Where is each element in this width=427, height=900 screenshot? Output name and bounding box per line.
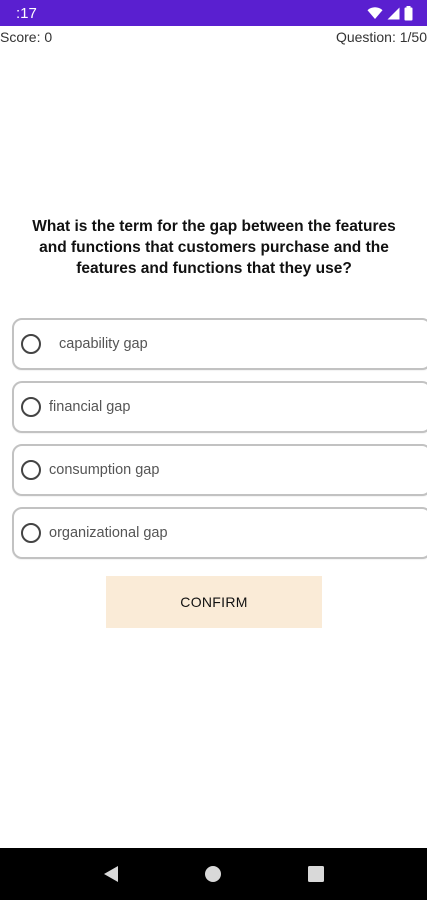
option-financial-gap[interactable]: financial gap: [12, 381, 427, 433]
option-organizational-gap[interactable]: organizational gap: [12, 507, 427, 559]
radio-button-icon[interactable]: [21, 523, 41, 543]
option-label: organizational gap: [49, 525, 168, 541]
home-icon[interactable]: [198, 859, 228, 889]
option-consumption-gap[interactable]: consumption gap: [12, 444, 427, 496]
option-label: financial gap: [49, 399, 131, 415]
status-icons: [367, 5, 413, 21]
navigation-bar: [0, 848, 427, 900]
quiz-header: Score: 0 Question: 1/50: [0, 29, 427, 45]
option-capability-gap[interactable]: capability gap: [12, 318, 427, 370]
status-time: :17: [16, 4, 37, 22]
recents-icon[interactable]: [301, 859, 331, 889]
wifi-icon: [367, 6, 383, 19]
status-bar: :17: [0, 0, 427, 26]
question-counter: Question: 1/50: [335, 29, 427, 45]
radio-button-icon[interactable]: [21, 460, 41, 480]
radio-button-icon[interactable]: [21, 397, 41, 417]
battery-icon: [404, 5, 413, 20]
question-text: What is the term for the gap between the…: [32, 218, 396, 277]
option-label: capability gap: [59, 336, 148, 352]
radio-button-icon[interactable]: [21, 334, 41, 354]
back-icon[interactable]: [96, 859, 126, 889]
score-label: Score: 0: [0, 29, 53, 45]
signal-icon: [387, 7, 400, 19]
option-label: consumption gap: [49, 462, 160, 478]
confirm-button[interactable]: CONFIRM: [106, 576, 322, 628]
